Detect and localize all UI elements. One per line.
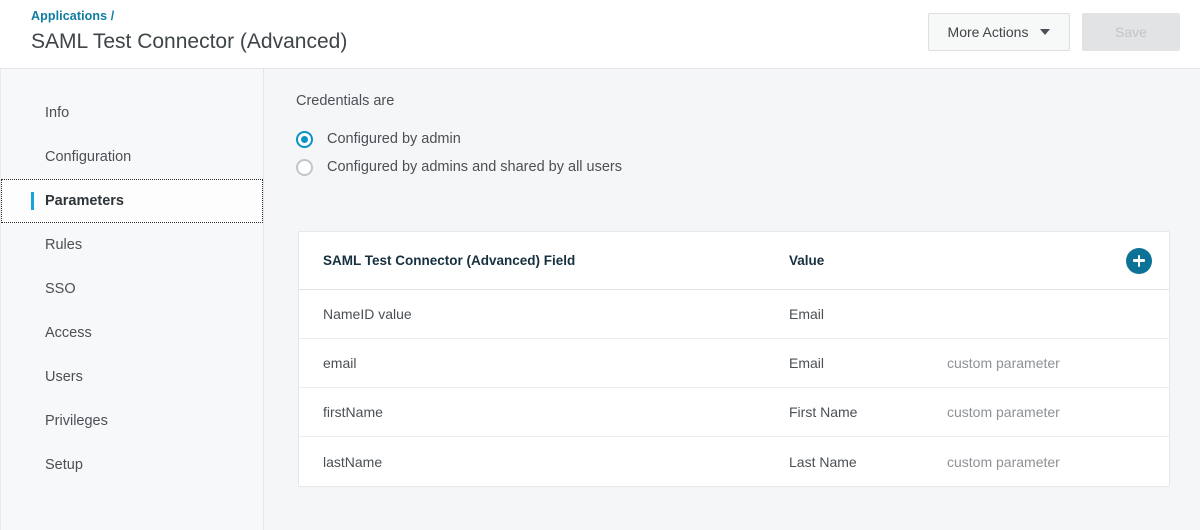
breadcrumb[interactable]: Applications / [31, 8, 347, 25]
sidebar-item-setup[interactable]: Setup [1, 443, 263, 487]
table-row[interactable]: NameID value Email [299, 290, 1169, 339]
sidebar-item-configuration[interactable]: Configuration [1, 135, 263, 179]
row-note: custom parameter [947, 404, 1060, 420]
more-actions-button[interactable]: More Actions [928, 13, 1070, 51]
sidebar-navigation: Info Configuration Parameters Rules SSO … [1, 69, 264, 530]
more-actions-label: More Actions [948, 24, 1029, 40]
row-note: custom parameter [947, 355, 1060, 371]
radio-button-icon[interactable] [296, 159, 313, 176]
row-field: lastName [323, 454, 382, 470]
add-parameter-button[interactable] [1126, 248, 1152, 274]
sidebar-item-label: Parameters [45, 193, 124, 209]
radio-option-shared-by-all-users[interactable]: Configured by admins and shared by all u… [296, 153, 622, 181]
table-row[interactable]: email Email custom parameter [299, 339, 1169, 388]
main-content: Credentials are Configured by admin Conf… [265, 69, 1200, 530]
sidebar-item-label: Info [45, 105, 69, 121]
sidebar-item-label: Privileges [45, 413, 108, 429]
parameters-table: SAML Test Connector (Advanced) Field Val… [298, 231, 1170, 487]
row-field: email [323, 355, 356, 371]
save-button[interactable]: Save [1082, 13, 1180, 51]
credentials-label: Credentials are [296, 93, 394, 109]
column-header-field: SAML Test Connector (Advanced) Field [323, 253, 575, 268]
row-value: Email [789, 306, 824, 322]
page-title: SAML Test Connector (Advanced) [31, 28, 347, 55]
plus-icon [1138, 255, 1141, 267]
sidebar-item-users[interactable]: Users [1, 355, 263, 399]
radio-option-label: Configured by admins and shared by all u… [327, 159, 622, 175]
radio-option-configured-by-admin[interactable]: Configured by admin [296, 125, 622, 153]
row-field: firstName [323, 404, 383, 420]
sidebar-item-sso[interactable]: SSO [1, 267, 263, 311]
application-window: Applications / SAML Test Connector (Adva… [0, 0, 1200, 530]
table-header-row: SAML Test Connector (Advanced) Field Val… [299, 232, 1169, 290]
sidebar-item-label: Rules [45, 237, 82, 253]
page-header: Applications / SAML Test Connector (Adva… [0, 0, 1200, 69]
sidebar-item-rules[interactable]: Rules [1, 223, 263, 267]
sidebar-item-info[interactable]: Info [1, 91, 263, 135]
sidebar-item-label: Access [45, 325, 92, 341]
row-field: NameID value [323, 306, 412, 322]
active-indicator-bar [31, 192, 34, 210]
table-row[interactable]: lastName Last Name custom parameter [299, 437, 1169, 486]
sidebar-item-parameters[interactable]: Parameters [1, 179, 263, 223]
column-header-value: Value [789, 253, 824, 268]
sidebar-item-privileges[interactable]: Privileges [1, 399, 263, 443]
sidebar-item-access[interactable]: Access [1, 311, 263, 355]
chevron-down-icon [1040, 29, 1050, 35]
sidebar-item-label: Users [45, 369, 83, 385]
header-titles: Applications / SAML Test Connector (Adva… [31, 8, 347, 55]
sidebar-item-label: SSO [45, 281, 76, 297]
breadcrumb-applications-link[interactable]: Applications / [31, 9, 114, 23]
sidebar-item-label: Configuration [45, 149, 131, 165]
row-note: custom parameter [947, 454, 1060, 470]
radio-button-icon[interactable] [296, 131, 313, 148]
radio-option-label: Configured by admin [327, 131, 461, 147]
row-value: First Name [789, 404, 857, 420]
header-actions: More Actions Save [928, 13, 1180, 51]
table-row[interactable]: firstName First Name custom parameter [299, 388, 1169, 437]
row-value: Last Name [789, 454, 857, 470]
page-body: Info Configuration Parameters Rules SSO … [0, 69, 1200, 530]
credentials-radio-group: Configured by admin Configured by admins… [296, 125, 622, 181]
sidebar-item-label: Setup [45, 457, 83, 473]
row-value: Email [789, 355, 824, 371]
